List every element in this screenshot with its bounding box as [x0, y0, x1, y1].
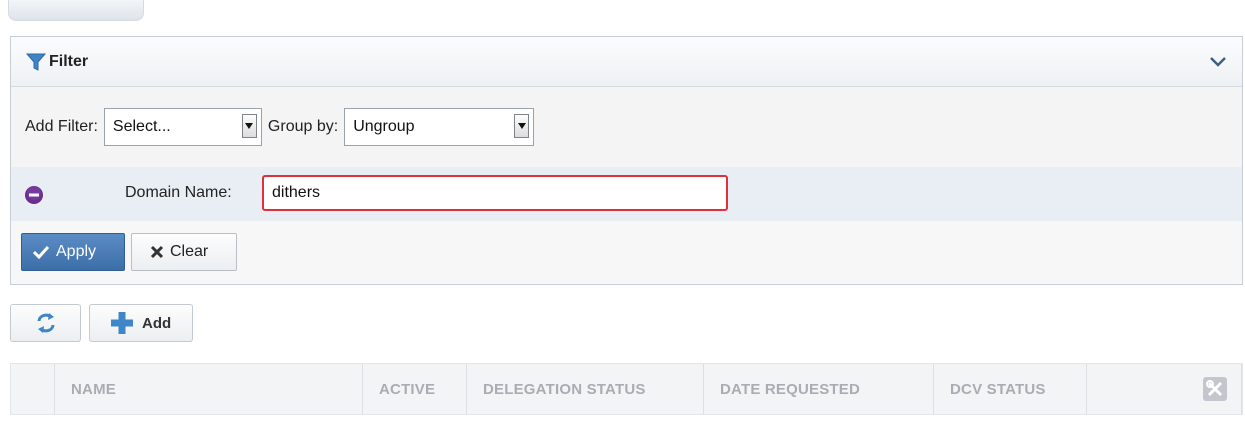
domain-name-input[interactable] — [262, 175, 728, 211]
add-filter-label: Add Filter: — [25, 118, 98, 135]
plus-icon — [110, 311, 134, 335]
dropdown-arrow-icon[interactable] — [514, 114, 530, 138]
dropdown-arrow-icon[interactable] — [241, 114, 257, 138]
apply-button[interactable]: Apply — [21, 233, 125, 271]
add-filter-select[interactable]: Select... — [103, 108, 262, 146]
tools-icon[interactable] — [1202, 376, 1228, 402]
group-by-value: Ungroup — [353, 118, 415, 135]
group-by-label: Group by: — [267, 118, 339, 135]
domain-name-label: Domain Name: — [125, 184, 232, 201]
add-button[interactable]: Add — [89, 304, 193, 342]
minus-circle-icon[interactable] — [24, 185, 44, 205]
clear-button[interactable]: Clear — [131, 233, 237, 271]
filter-actions: Apply Clear — [11, 221, 1242, 286]
filter-criterion-row: Domain Name: — [11, 167, 1242, 221]
column-name[interactable]: NAME — [55, 364, 363, 414]
clear-label: Clear — [170, 243, 209, 260]
column-delegation-status[interactable]: DELEGATION STATUS — [467, 364, 704, 414]
table-header: NAME ACTIVE DELEGATION STATUS DATE REQUE… — [10, 363, 1243, 415]
filter-config-row: Add Filter: Select... Group by: Ungroup — [11, 87, 1242, 167]
add-label: Add — [142, 314, 172, 332]
x-icon — [150, 245, 164, 259]
column-dcv-status[interactable]: DCV STATUS — [934, 364, 1087, 414]
checkmark-icon — [32, 245, 50, 259]
column-active[interactable]: ACTIVE — [363, 364, 467, 414]
chevron-down-icon[interactable] — [1208, 53, 1228, 69]
filter-panel-header[interactable]: Filter — [11, 37, 1242, 87]
funnel-icon — [25, 51, 47, 73]
filter-panel: Filter Add Filter: Select... Group by: U… — [10, 36, 1243, 285]
group-by-select[interactable]: Ungroup — [344, 108, 535, 146]
select-column[interactable] — [11, 364, 55, 414]
column-date-requested[interactable]: DATE REQUESTED — [704, 364, 934, 414]
refresh-button[interactable] — [10, 304, 81, 342]
panel-title: Filter — [49, 52, 89, 70]
refresh-icon — [34, 312, 58, 334]
apply-label: Apply — [56, 243, 97, 260]
add-filter-value: Select... — [112, 118, 171, 135]
top-tab[interactable] — [8, 0, 144, 21]
